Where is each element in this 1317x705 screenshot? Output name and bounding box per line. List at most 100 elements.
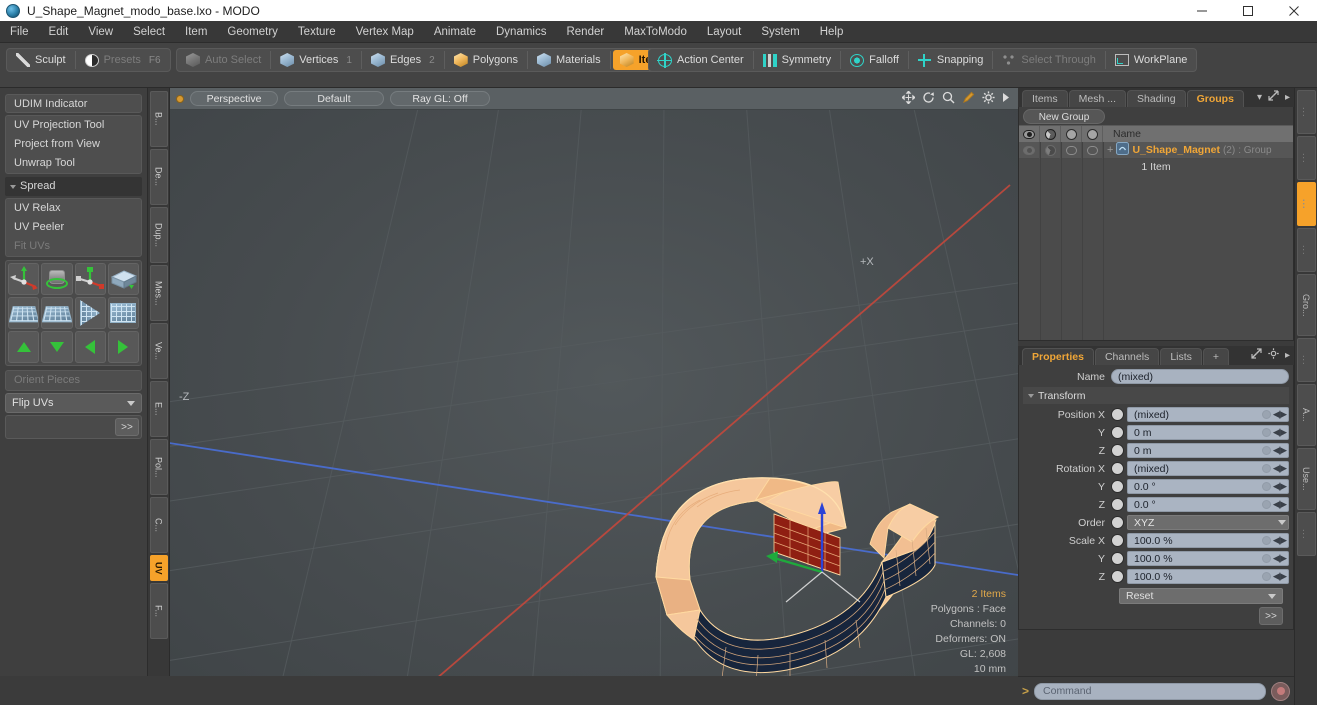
order-knob[interactable] [1111, 516, 1124, 529]
zoom-icon[interactable] [942, 91, 955, 107]
viewport-canvas[interactable]: +X -Z 2 Items Polygons: Face Channels: … [170, 110, 1018, 705]
property-circle-icon[interactable] [1261, 428, 1271, 437]
tab-channels[interactable]: Channels [1094, 348, 1160, 365]
expand-plus-icon[interactable]: + [1107, 144, 1113, 156]
menu-item-help[interactable]: Help [810, 21, 854, 43]
menu-item-system[interactable]: System [751, 21, 809, 43]
property-value-field[interactable]: 100.0 % ◀|▶ [1127, 569, 1289, 584]
tab-shading[interactable]: Shading [1127, 90, 1186, 107]
property-circle-icon[interactable] [1261, 482, 1271, 491]
menu-item-view[interactable]: View [78, 21, 123, 43]
gear-icon[interactable] [982, 91, 995, 107]
left-vtab-3[interactable]: Mes... [149, 265, 168, 321]
property-stepper-icon[interactable]: ◀|▶ [1273, 499, 1287, 510]
left-vtab-7[interactable]: C... [149, 497, 168, 553]
property-circle-icon[interactable] [1261, 572, 1271, 581]
right-vtab-2[interactable]: ... [1296, 182, 1316, 226]
toolbar-button-polygons[interactable]: Polygons [447, 50, 525, 70]
udim-indicator-button[interactable]: UDIM Indicator [5, 94, 142, 113]
align-up-icon[interactable] [8, 331, 40, 363]
new-group-button[interactable]: New Group [1023, 109, 1105, 124]
property-stepper-icon[interactable]: ◀|▶ [1273, 571, 1287, 582]
property-circle-icon[interactable] [1261, 500, 1271, 509]
property-knob[interactable] [1111, 570, 1124, 583]
menu-item-animate[interactable]: Animate [424, 21, 486, 43]
left-vtab-1[interactable]: De... [149, 149, 168, 205]
property-knob[interactable] [1111, 534, 1124, 547]
transform-section-header[interactable]: Transform [1023, 387, 1289, 404]
right-vtab-0[interactable]: ... [1296, 90, 1316, 134]
menu-item-vertex-map[interactable]: Vertex Map [346, 21, 424, 43]
property-knob[interactable] [1111, 480, 1124, 493]
toolbar-button-symmetry[interactable]: Symmetry [756, 50, 839, 70]
record-icon[interactable] [1271, 681, 1290, 701]
property-knob[interactable] [1111, 408, 1124, 421]
chevron-right-icon[interactable]: ▸ [1285, 350, 1290, 361]
scale-gizmo-icon[interactable] [74, 263, 106, 295]
menu-item-maxtomodo[interactable]: MaxToModo [614, 21, 697, 43]
reset-dropdown[interactable]: Reset [1119, 588, 1283, 604]
toolbar-button-action-center[interactable]: Action Center [651, 50, 751, 70]
property-knob[interactable] [1111, 426, 1124, 439]
toolbar-button-vertices[interactable]: Vertices 1 [273, 50, 359, 70]
unwrap-tool-item[interactable]: Unwrap Tool [6, 154, 141, 173]
right-vtab-7[interactable]: Use... [1296, 448, 1316, 510]
property-value-field[interactable]: 0 m ◀|▶ [1127, 425, 1289, 440]
property-circle-icon[interactable] [1261, 410, 1271, 419]
align-left-icon[interactable] [74, 331, 106, 363]
properties-more-button[interactable]: >> [1259, 607, 1283, 625]
left-vtab-2[interactable]: Dup... [149, 207, 168, 263]
chevron-down-icon[interactable]: ▾ [1257, 92, 1262, 103]
table-row[interactable]: + U_Shape_Magnet (2) : Group [1019, 141, 1293, 159]
project-from-view-item[interactable]: Project from View [6, 135, 141, 154]
flip-uvs-dropdown[interactable]: Flip UVs [5, 393, 142, 413]
row-visible-toggle[interactable] [1019, 141, 1040, 159]
menu-item-geometry[interactable]: Geometry [217, 21, 288, 43]
property-circle-icon[interactable] [1261, 446, 1271, 455]
chevron-right-icon[interactable]: ▸ [1285, 92, 1290, 103]
toolbar-button-edges[interactable]: Edges 2 [364, 50, 442, 70]
toolbar-button-sculpt[interactable]: Sculpt [9, 50, 73, 70]
menu-item-file[interactable]: File [0, 21, 39, 43]
align-right-icon[interactable] [107, 331, 139, 363]
left-panel-more-button[interactable]: >> [115, 418, 139, 436]
property-value-field[interactable]: (mixed) ◀|▶ [1127, 407, 1289, 422]
viewport-view-mode[interactable]: Perspective [190, 91, 278, 106]
toolbar-button-workplane[interactable]: WorkPlane [1108, 50, 1195, 70]
property-stepper-icon[interactable]: ◀|▶ [1273, 427, 1287, 438]
property-knob[interactable] [1111, 552, 1124, 565]
property-circle-icon[interactable] [1261, 536, 1271, 545]
toolbar-button-falloff[interactable]: Falloff [843, 50, 906, 70]
command-input[interactable]: Command [1034, 682, 1266, 700]
uv-projection-tool-item[interactable]: UV Projection Tool [6, 116, 141, 135]
left-vtab-8[interactable]: UV [149, 555, 168, 581]
right-vtab-8[interactable]: ... [1296, 512, 1316, 556]
viewport-shading-mode[interactable]: Default [284, 91, 384, 106]
chevron-right-icon[interactable] [1002, 92, 1010, 106]
tab-[interactable]: + [1202, 348, 1230, 365]
close-icon[interactable] [1271, 0, 1317, 21]
toolbar-button-materials[interactable]: Materials [530, 50, 608, 70]
property-value-field[interactable]: 100.0 % ◀|▶ [1127, 533, 1289, 548]
3d-viewport[interactable]: Perspective Default Ray GL: Off +X -Z 2 … [170, 88, 1018, 705]
viewport-indicator[interactable] [176, 94, 184, 103]
align-down-icon[interactable] [41, 331, 73, 363]
right-vtab-1[interactable]: ... [1296, 136, 1316, 180]
rotate-cylinder-icon[interactable] [41, 263, 73, 295]
menu-item-edit[interactable]: Edit [39, 21, 79, 43]
pan-icon[interactable] [901, 90, 916, 107]
viewport-raygl-toggle[interactable]: Ray GL: Off [390, 91, 490, 106]
toolbar-button-snapping[interactable]: Snapping [911, 50, 991, 70]
name-field[interactable]: (mixed) [1111, 369, 1289, 384]
property-knob[interactable] [1111, 462, 1124, 475]
right-vtab-5[interactable]: ... [1296, 338, 1316, 382]
property-stepper-icon[interactable]: ◀|▶ [1273, 481, 1287, 492]
draw-icon[interactable] [962, 91, 975, 107]
rotate-icon[interactable] [922, 91, 935, 107]
move-gizmo-icon[interactable] [8, 263, 40, 295]
right-vtab-4[interactable]: Gro... [1296, 274, 1316, 336]
expand-icon[interactable] [1268, 90, 1279, 104]
property-knob[interactable] [1111, 444, 1124, 457]
tab-mesh[interactable]: Mesh ... [1068, 90, 1127, 107]
property-value-field[interactable]: 0.0 ° ◀|▶ [1127, 497, 1289, 512]
